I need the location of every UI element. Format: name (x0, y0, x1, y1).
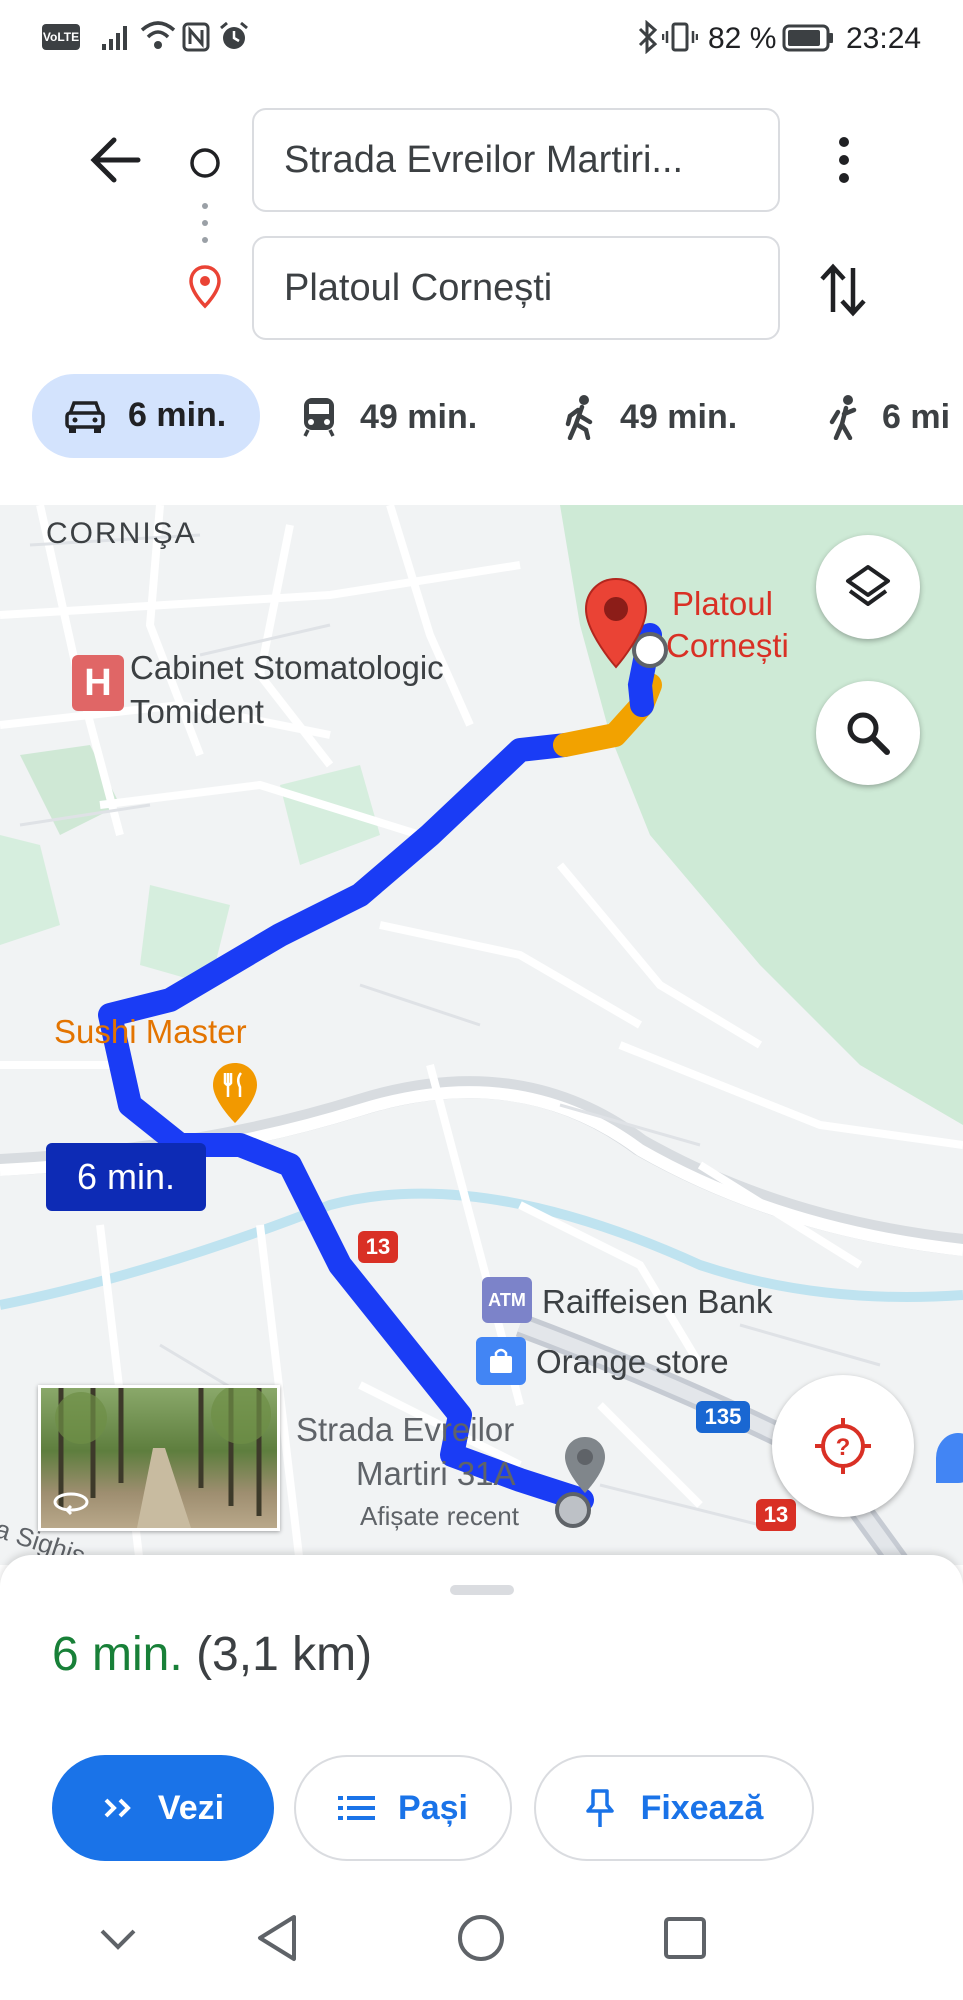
steps-button[interactable]: Pași (294, 1755, 512, 1861)
shopping-bag-icon[interactable] (476, 1337, 526, 1385)
poi-dentist-line1: Cabinet Stomatologic (130, 649, 444, 686)
origin-text: Strada Evreilor Martiri... (284, 138, 684, 181)
origin-input[interactable]: Strada Evreilor Martiri... (252, 108, 780, 212)
search-icon (847, 712, 890, 755)
svg-text:?: ? (836, 1434, 851, 1461)
bottom-sheet[interactable]: 6 min. (3,1 km) Vezi Pași Fixează (0, 1555, 963, 2000)
origin-map-label-line2: Martiri 31A (356, 1455, 516, 1492)
nav-hide-chevron-icon[interactable] (98, 1925, 138, 1953)
back-arrow-icon[interactable] (88, 134, 144, 186)
hospital-icon[interactable]: H (72, 655, 124, 711)
more-vert-icon[interactable] (830, 136, 858, 184)
alarm-icon (220, 21, 248, 49)
double-chevron-icon (104, 1798, 131, 1818)
destination-text: Platoul Cornești (284, 266, 553, 309)
mode-transit-time: 49 min. (360, 397, 478, 436)
destination-pin-icon (189, 265, 221, 309)
volte-badge: VoLTE (42, 24, 80, 50)
status-bar: VoLTE 82 % 23:24 (0, 0, 963, 76)
destination-map-label-line2: Cornești (666, 627, 789, 664)
battery-percent: 82 % (708, 22, 777, 55)
vibrate-icon (662, 22, 698, 52)
road-shield-135: 135 (696, 1401, 750, 1433)
wifi-icon (140, 21, 176, 49)
origin-map-label-line3: Afișate recent (360, 1501, 519, 1531)
route-time-callout[interactable]: 6 min. (46, 1143, 206, 1211)
car-icon (65, 400, 105, 433)
map-view[interactable]: CORNIŞA H Cabinet Stomatologic Tomident … (0, 505, 963, 1565)
mode-ride-time: 6 mi (882, 397, 951, 436)
origin-map-label-line1: Strada Evreilor (296, 1411, 515, 1448)
street-view-thumbnail[interactable] (38, 1385, 280, 1531)
view-button[interactable]: Vezi (52, 1755, 274, 1861)
walk-icon (565, 395, 593, 440)
nav-recents-icon[interactable] (662, 1915, 708, 1961)
drag-handle[interactable] (450, 1585, 514, 1595)
pin-button[interactable]: Fixează (534, 1755, 814, 1861)
signal-icon (102, 26, 127, 50)
mode-tab-transit[interactable]: 49 min. (300, 396, 477, 438)
battery-icon (782, 24, 833, 52)
origin-map-pin-icon[interactable] (562, 1435, 608, 1497)
mode-tab-ride[interactable]: 6 mi (826, 394, 950, 440)
list-icon (338, 1796, 376, 1820)
layers-icon (846, 565, 890, 606)
my-location-button[interactable]: ? (772, 1375, 914, 1517)
poi-dentist-line2: Tomident (130, 693, 264, 730)
nfc-icon (182, 22, 210, 52)
pin-icon (585, 1789, 614, 1827)
ride-icon (829, 395, 857, 440)
location-unknown-icon: ? (815, 1418, 871, 1474)
route-summary: 6 min. (3,1 km) (52, 1627, 372, 1682)
destination-input[interactable]: Platoul Cornești (252, 236, 780, 340)
store-label: Orange store (536, 1343, 729, 1380)
mode-car-time: 6 min. (128, 396, 227, 434)
origin-circle-icon (190, 148, 220, 178)
bluetooth-icon (638, 20, 658, 54)
atm-icon[interactable]: ATM (482, 1277, 532, 1323)
nav-home-icon[interactable] (456, 1913, 506, 1963)
clock: 23:24 (846, 22, 922, 55)
destination-map-label-line1: Platoul (672, 585, 773, 622)
search-map-button[interactable] (816, 681, 920, 785)
route-dots-icon (202, 203, 208, 243)
route-distance: (3,1 km) (196, 1628, 373, 1681)
area-label: CORNIŞA (46, 517, 197, 550)
mode-walk-time: 49 min. (620, 397, 738, 436)
route-time-text: 6 min. (76, 1156, 176, 1197)
road-shield-13b: 13 (756, 1499, 796, 1531)
route-duration: 6 min. (52, 1628, 183, 1681)
restaurant-label: Sushi Master (54, 1013, 247, 1050)
mode-tab-car[interactable]: 6 min. (32, 374, 260, 458)
transit-icon (303, 398, 335, 437)
layers-button[interactable] (816, 535, 920, 639)
road-shield-13: 13 (358, 1231, 398, 1263)
bank-label: Raiffeisen Bank (542, 1283, 773, 1320)
swap-icon[interactable] (818, 262, 868, 318)
directions-header: Strada Evreilor Martiri... Platoul Corne… (0, 76, 963, 506)
destination-map-pin-icon[interactable] (580, 575, 652, 675)
360-icon (53, 1492, 89, 1516)
restaurant-pin-icon[interactable] (210, 1061, 260, 1127)
nav-back-icon[interactable] (254, 1913, 300, 1963)
mode-tab-walk[interactable]: 49 min. (564, 394, 737, 440)
